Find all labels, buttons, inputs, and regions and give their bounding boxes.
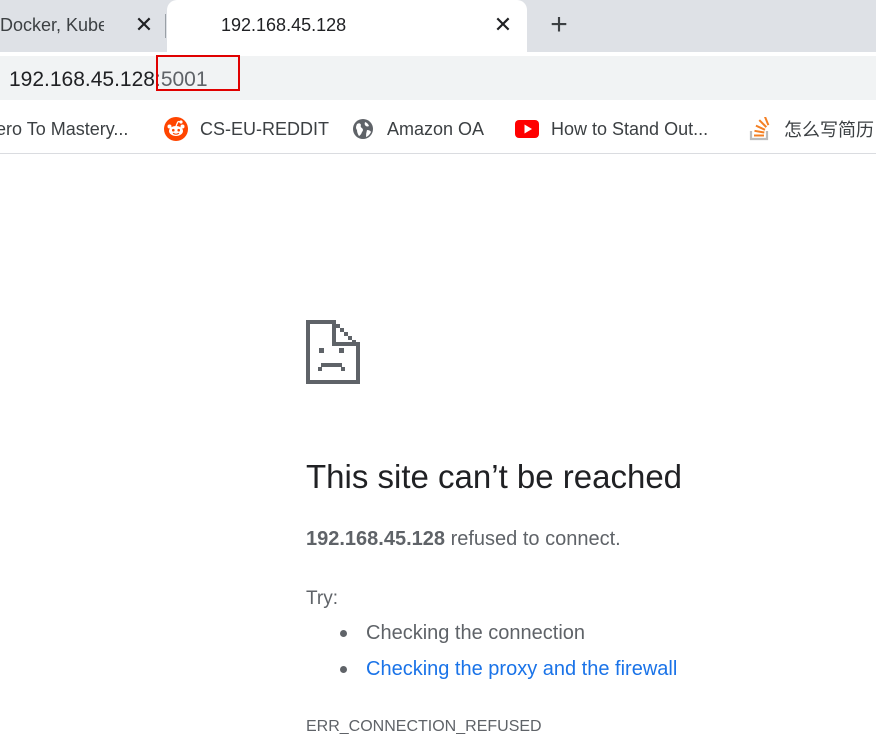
- bookmark-amazon-oa[interactable]: Amazon OA: [351, 116, 484, 142]
- tab-strip: Docker, Kuberne ✕ 192.168.45.128 ✕ +: [0, 0, 876, 52]
- bullet: [340, 630, 347, 637]
- bookmark-zero-to-mastery[interactable]: ero To Mastery...: [0, 116, 128, 142]
- bookmark-label: CS-EU-REDDIT: [200, 118, 329, 139]
- port-highlight-box: [156, 55, 240, 91]
- browser-window: Docker, Kuberne ✕ 192.168.45.128 ✕ + 192…: [0, 0, 876, 752]
- globe-icon: [351, 117, 375, 141]
- tab-title: 192.168.45.128: [221, 15, 347, 35]
- error-host: 192.168.45.128: [306, 528, 446, 550]
- suggestion-link-text[interactable]: Checking the proxy and the firewall: [366, 658, 677, 681]
- bookmark-label: ero To Mastery...: [0, 118, 129, 139]
- bookmark-label: How to Stand Out...: [551, 118, 709, 139]
- bookmarks-bar: ero To Mastery... CS-EU-REDDIT Amazon OA…: [0, 102, 876, 154]
- url-host: 192.168.45.128: [9, 68, 155, 91]
- close-icon[interactable]: ✕: [133, 13, 155, 37]
- error-code: ERR_CONNECTION_REFUSED: [306, 718, 542, 735]
- suggestion-text: Checking the connection: [366, 622, 586, 644]
- youtube-icon: [515, 117, 539, 141]
- reddit-icon: [164, 117, 188, 141]
- bookmark-how-to-stand-out[interactable]: How to Stand Out...: [515, 116, 708, 142]
- new-tab-button[interactable]: +: [544, 10, 574, 40]
- tab-docker[interactable]: Docker, Kuberne ✕: [0, 0, 167, 52]
- sad-page-icon: [306, 320, 360, 384]
- stackoverflow-icon: [748, 117, 772, 141]
- close-icon[interactable]: ✕: [492, 13, 514, 37]
- bookmark-label: Amazon OA: [387, 118, 485, 139]
- try-label: Try:: [306, 588, 339, 609]
- bullet: [340, 666, 347, 673]
- error-message-text: refused to connect.: [445, 528, 621, 550]
- toolbar: 192.168.45.128:5001: [0, 52, 876, 102]
- tab-separator: [165, 14, 166, 38]
- bookmark-label: 怎么写简历: [784, 120, 874, 140]
- error-message: 192.168.45.128 refused to connect.: [306, 528, 621, 551]
- tab-active[interactable]: 192.168.45.128 ✕: [167, 0, 527, 52]
- suggestion-check-connection: Checking the connection: [340, 622, 585, 645]
- suggestion-check-proxy-firewall-link[interactable]: Checking the proxy and the firewall: [340, 658, 677, 681]
- bookmark-cs-eu-reddit[interactable]: CS-EU-REDDIT: [164, 116, 329, 142]
- tab-title: Docker, Kuberne: [0, 15, 104, 35]
- address-bar[interactable]: 192.168.45.128:5001: [0, 56, 876, 100]
- bookmark-resume[interactable]: 怎么写简历: [748, 116, 874, 142]
- error-title: This site can’t be reached: [306, 458, 683, 495]
